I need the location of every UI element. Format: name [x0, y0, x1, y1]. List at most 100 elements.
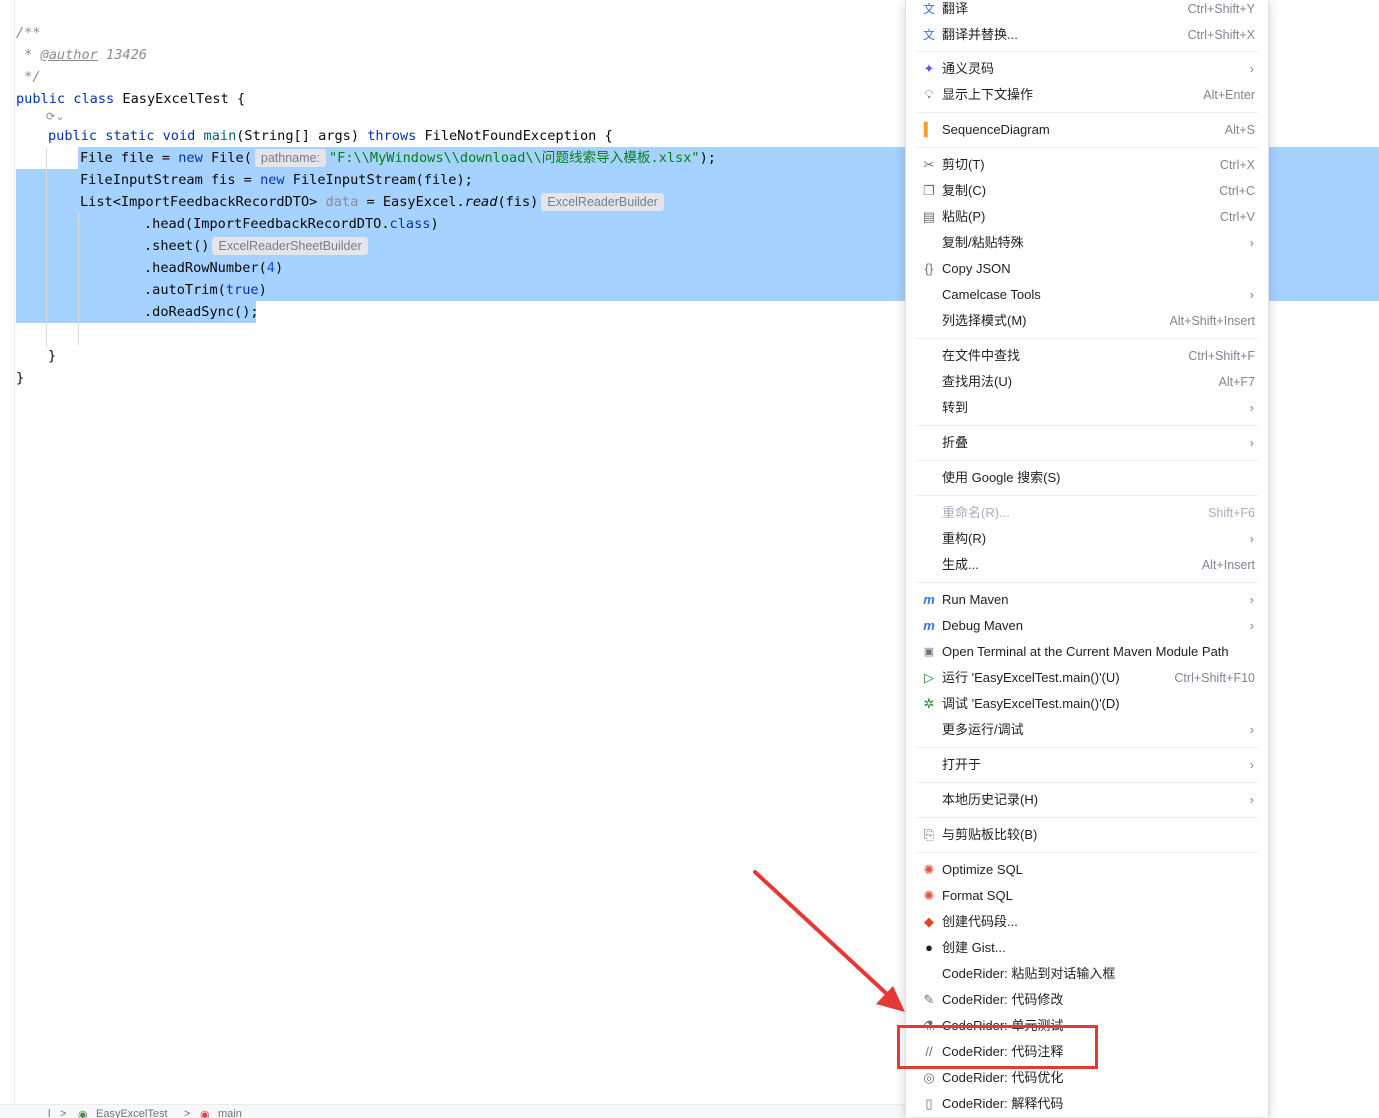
menu-separator [916, 51, 1258, 52]
chevron-right-icon: › [1249, 61, 1254, 76]
javadoc-tag: @author [40, 47, 98, 63]
menu-item-shortcut: Alt+Insert [1201, 558, 1255, 572]
menu-item-label: 折叠 [942, 435, 969, 450]
menu-item-shortcut: Alt+Enter [1203, 88, 1255, 102]
keyword: throws [367, 128, 417, 144]
chevron-right-icon: › [1249, 757, 1254, 772]
code-line[interactable]: } [48, 345, 56, 367]
code-line[interactable]: .doReadSync(); [144, 301, 259, 323]
menu-item-run-maven[interactable]: m Run Maven › [916, 587, 1258, 613]
code-line[interactable]: * @author 13426 [16, 44, 147, 66]
menu-item-label: 打开于 [942, 757, 982, 772]
code-line[interactable]: public static void main(String[] args) t… [48, 125, 613, 147]
menu-item-shortcut: Alt+S [1224, 123, 1255, 137]
breadcrumb: l > ◉ EasyExcelTest > ◉ main [0, 1104, 905, 1118]
number-literal: 4 [266, 260, 275, 276]
menu-item-translate-replace[interactable]: 文 翻译并替换... Ctrl+Shift+X [916, 22, 1258, 48]
code-line[interactable]: */ [16, 66, 40, 88]
menu-item-label: Copy JSON [942, 261, 1011, 276]
menu-item-tongyi[interactable]: ✦ 通义灵码 › [916, 56, 1258, 82]
run-gutter-icon[interactable]: ⟳⌄ [46, 108, 64, 126]
menu-separator [916, 112, 1258, 113]
menu-separator [916, 782, 1258, 783]
code-line[interactable]: /** [16, 22, 41, 44]
menu-item-more-run-debug[interactable]: 更多运行/调试 › [916, 717, 1258, 743]
menu-item-shortcut: Ctrl+Shift+X [1187, 28, 1255, 42]
code-line[interactable]: .head(ImportFeedbackRecordDTO.class) [144, 213, 439, 235]
gitlab-icon: ◆ [924, 914, 934, 929]
code-text: File( [202, 150, 252, 166]
code-line[interactable]: .sheet() ExcelReaderSheetBuilder [144, 235, 371, 257]
menu-item-find-usages[interactable]: 查找用法(U) Alt+F7 [916, 369, 1258, 395]
menu-item-folding[interactable]: 折叠 › [916, 430, 1258, 456]
menu-item-create-snippet[interactable]: ◆ 创建代码段... [916, 909, 1258, 935]
code-line[interactable]: .autoTrim(true) [144, 279, 267, 301]
code-text: .head(ImportFeedbackRecordDTO. [144, 216, 390, 232]
menu-item-shortcut: Ctrl+Shift+Y [1187, 2, 1255, 16]
menu-item-label: Debug Maven [942, 618, 1023, 633]
menu-separator [916, 817, 1258, 818]
comment-text: 13426 [97, 47, 147, 63]
menu-item-context-actions[interactable]: 💡︎ 显示上下文操作 Alt+Enter [916, 82, 1258, 108]
menu-item-column-selection[interactable]: 列选择模式(M) Alt+Shift+Insert [916, 308, 1258, 334]
menu-item-sequence-diagram[interactable]: ▍ SequenceDiagram Alt+S [916, 117, 1258, 143]
menu-separator [916, 425, 1258, 426]
code-line[interactable]: FileInputStream fis = new FileInputStrea… [80, 169, 473, 191]
menu-item-debug-maven[interactable]: m Debug Maven › [916, 613, 1258, 639]
crab-sql-icon: ✺ [923, 862, 935, 877]
menu-item-coderider-explain[interactable]: ▯ CodeRider: 解释代码 [916, 1091, 1258, 1117]
menu-item-find-in-files[interactable]: 在文件中查找 Ctrl+Shift+F [916, 343, 1258, 369]
code-text: = EasyExcel. [358, 194, 465, 210]
code-line[interactable]: } [16, 367, 24, 389]
code-line[interactable]: .headRowNumber(4) [144, 257, 283, 279]
menu-item-label: CodeRider: 粘贴到对话输入框 [942, 966, 1116, 981]
menu-separator [916, 460, 1258, 461]
menu-item-open-in[interactable]: 打开于 › [916, 752, 1258, 778]
menu-item-compare-clipboard[interactable]: ⎘ 与剪贴板比较(B) [916, 822, 1258, 848]
selection-highlight [1267, 147, 1379, 301]
brace: } [48, 348, 57, 364]
code-line[interactable]: public class EasyExcelTest { [16, 88, 245, 110]
menu-item-copy[interactable]: ❐ 复制(C) Ctrl+C [916, 178, 1258, 204]
keyword: new [260, 172, 285, 188]
menu-item-debug-main[interactable]: ✲ 调试 'EasyExcelTest.main()'(D) [916, 691, 1258, 717]
menu-item-create-gist[interactable]: ● 创建 Gist... [916, 935, 1258, 961]
code-line[interactable]: List<ImportFeedbackRecordDTO> data = Eas… [80, 191, 667, 213]
menu-item-run-main[interactable]: ▷ 运行 'EasyExcelTest.main()'(U) Ctrl+Shif… [916, 665, 1258, 691]
menu-item-paste[interactable]: ▤ 粘贴(P) Ctrl+V [916, 204, 1258, 230]
code-text: ) [274, 260, 284, 276]
menu-item-label: 运行 'EasyExcelTest.main()'(U) [942, 670, 1120, 685]
menu-item-format-sql[interactable]: ✺ Format SQL [916, 883, 1258, 909]
code-text: ) [258, 282, 267, 298]
menu-item-generate[interactable]: 生成... Alt+Insert [916, 552, 1258, 578]
keyword: class [389, 216, 431, 232]
menu-item-goto[interactable]: 转到 › [916, 395, 1258, 421]
json-braces-icon: {} [924, 261, 934, 276]
keyword: public class [16, 91, 115, 107]
menu-item-copy-paste-special[interactable]: 复制/粘贴特殊 › [916, 230, 1258, 256]
menu-item-cut[interactable]: ✂ 剪切(T) Ctrl+X [916, 152, 1258, 178]
menu-item-copy-json[interactable]: {} Copy JSON [916, 256, 1258, 282]
code-text: ) [430, 216, 439, 232]
menu-item-camelcase-tools[interactable]: Camelcase Tools › [916, 282, 1258, 308]
parameter-hint: pathname: [254, 149, 326, 167]
menu-item-translate[interactable]: 文 翻译 Ctrl+Shift+Y [916, 0, 1258, 22]
code-line[interactable]: File file = new File(pathname: "F:\\MyWin… [80, 147, 716, 169]
indent-guide [78, 213, 79, 345]
menu-item-coderider-paste[interactable]: CodeRider: 粘贴到对话输入框 [916, 961, 1258, 987]
menu-item-label: Open Terminal at the Current Maven Modul… [942, 644, 1229, 659]
menu-item-refactor[interactable]: 重构(R) › [916, 526, 1258, 552]
chevron-right-icon: › [1249, 287, 1254, 302]
menu-item-open-terminal-maven[interactable]: ▣ Open Terminal at the Current Maven Mod… [916, 639, 1258, 665]
code-text: File file = [80, 150, 179, 166]
chevron-right-icon: › [1249, 618, 1254, 633]
menu-item-local-history[interactable]: 本地历史记录(H) › [916, 787, 1258, 813]
menu-item-optimize-sql[interactable]: ✺ Optimize SQL [916, 857, 1258, 883]
code-text: .autoTrim( [144, 282, 226, 298]
chevron-right-icon: › [1249, 722, 1254, 737]
menu-item-label: 与剪贴板比较(B) [942, 827, 1038, 842]
menu-item-label: Optimize SQL [942, 862, 1023, 877]
menu-item-google-search[interactable]: 使用 Google 搜索(S) [916, 465, 1258, 491]
menu-item-coderider-modify[interactable]: ✎ CodeRider: 代码修改 [916, 987, 1258, 1013]
menu-item-label: 粘贴(P) [942, 209, 986, 224]
